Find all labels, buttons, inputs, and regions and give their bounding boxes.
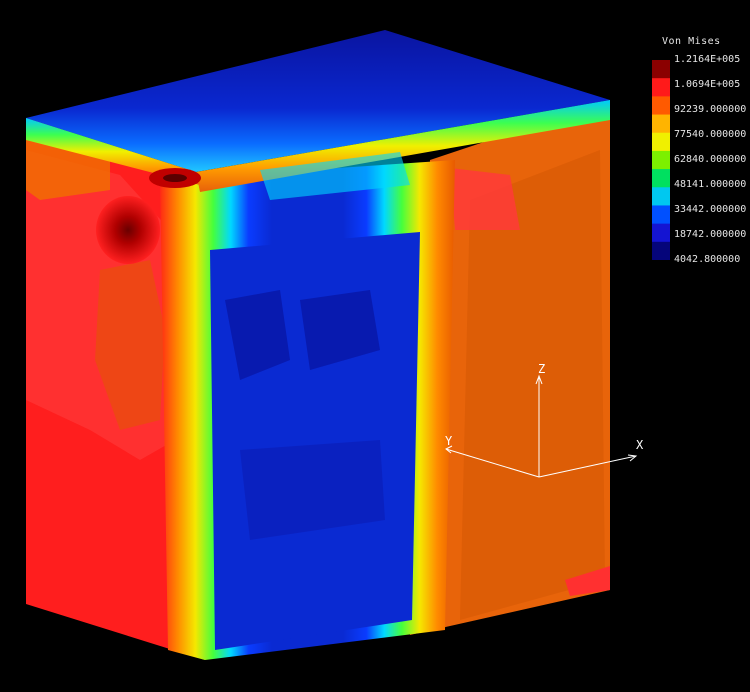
legend-value-label: 1.0694E+005 — [674, 79, 741, 90]
y-axis-label: Y — [445, 434, 453, 448]
legend-swatch — [652, 241, 670, 260]
legend-value-label: 4042.800000 — [674, 254, 741, 265]
legend-swatch — [652, 187, 670, 206]
x-axis-label: X — [636, 438, 644, 452]
legend-value-label: 18742.000000 — [674, 229, 747, 240]
legend-swatch — [652, 60, 670, 79]
legend-value-label: 33442.000000 — [674, 204, 747, 215]
legend-swatch — [652, 223, 670, 243]
left-hotspot — [96, 196, 160, 264]
legend-swatch — [652, 78, 670, 97]
stress-contour-plot[interactable]: Z X Y — [0, 0, 750, 692]
legend-value-label: 1.2164E+005 — [674, 54, 741, 65]
legend-value-label: 48141.000000 — [674, 179, 747, 190]
legend-title: Von Mises — [662, 36, 721, 47]
legend-color-bar — [652, 60, 670, 260]
legend-swatch — [652, 132, 670, 152]
legend-value-label: 62840.000000 — [674, 154, 747, 165]
fea-viewport[interactable]: Z X Y Von Mises 1.2164E+005 1.0694E+005 92… — [0, 0, 750, 692]
corner-hotspot-core — [163, 174, 187, 182]
legend-swatch — [652, 169, 670, 188]
von-mises-legend: Von Mises 1.2164E+005 1.0694E+005 92239.00… — [650, 36, 750, 276]
legend-value-label: 92239.000000 — [674, 104, 747, 115]
legend-swatch — [652, 205, 670, 225]
right-hotspot — [450, 168, 520, 230]
legend-swatch — [652, 96, 670, 116]
legend-swatch — [652, 150, 670, 170]
legend-swatch — [652, 114, 670, 134]
legend-value-label: 77540.000000 — [674, 129, 747, 140]
column-core-low — [210, 232, 420, 650]
z-axis-label: Z — [538, 362, 545, 376]
